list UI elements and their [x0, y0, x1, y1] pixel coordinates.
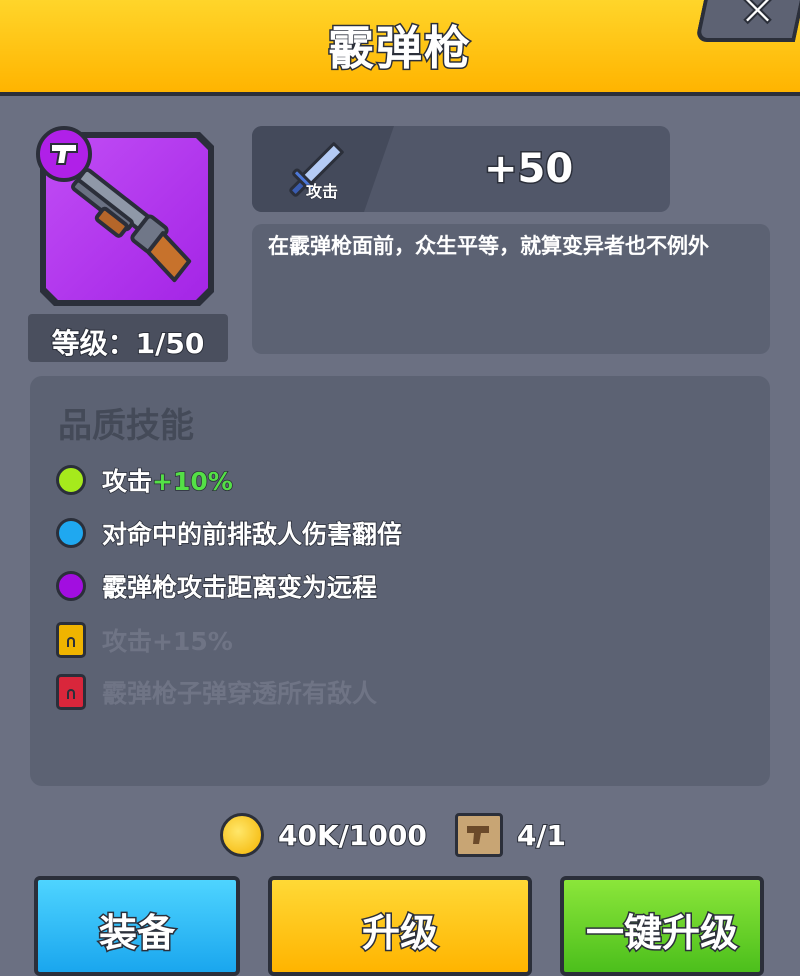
skill-item-locked: 攻击+15%	[56, 620, 233, 660]
one-click-upgrade-button[interactable]: 一键升级	[560, 876, 764, 976]
skill-text: 霰弹枪子弹穿透所有敌人	[102, 679, 378, 708]
upgrade-cost: 40K/1000 4/1	[220, 810, 567, 860]
page-title: 霰弹枪	[327, 20, 472, 77]
quality-skills-panel: 品质技能 攻击+10% 对命中的前排敌人伤害翻倍 霰弹枪攻击距离变为远程 攻击+…	[30, 376, 770, 786]
attack-stat: 攻击 +50	[252, 126, 670, 212]
weapon-type-badge	[36, 126, 92, 182]
weapon-description: 在霰弹枪面前，众生平等，就算变异者也不例外	[252, 224, 770, 354]
pistol-icon	[466, 826, 489, 844]
blueprint-icon	[454, 813, 503, 857]
level-text: 等级：1/50	[51, 326, 206, 361]
upgrade-button[interactable]: 升级	[268, 876, 532, 976]
title-bar: 霰弹枪	[0, 0, 800, 96]
quality-dot-icon	[56, 518, 86, 548]
skill-text: 霰弹枪攻击距离变为远程	[101, 572, 378, 603]
coin-cost: 40K/1000	[277, 818, 428, 853]
equip-button[interactable]: 装备	[34, 876, 240, 976]
stat-value: +50	[482, 145, 574, 194]
equip-button-label: 装备	[97, 910, 176, 957]
quality-dot-icon	[56, 571, 86, 601]
upgrade-button-label: 升级	[360, 910, 439, 957]
stat-label: 攻击	[305, 182, 339, 202]
skill-bonus: +10%	[151, 466, 233, 497]
close-icon[interactable]: ✕	[738, 0, 777, 38]
one-click-upgrade-label: 一键升级	[584, 910, 739, 957]
lock-icon	[56, 622, 86, 658]
level-indicator: 等级：1/50	[28, 314, 228, 362]
skill-item: 对命中的前排敌人伤害翻倍	[56, 513, 403, 553]
skill-item: 霰弹枪攻击距离变为远程	[56, 566, 378, 606]
skills-title: 品质技能	[58, 406, 194, 446]
lock-icon	[56, 674, 86, 710]
skill-text: 攻击	[101, 466, 153, 497]
skill-text: 攻击+15%	[102, 627, 233, 656]
skill-text: 对命中的前排敌人伤害翻倍	[101, 519, 403, 550]
coin-icon	[220, 813, 264, 857]
quality-dot-icon	[56, 465, 86, 495]
skill-item-locked: 霰弹枪子弹穿透所有敌人	[56, 672, 377, 712]
pistol-icon	[50, 143, 78, 165]
skill-item: 攻击+10%	[56, 460, 234, 500]
blueprint-cost: 4/1	[516, 818, 567, 853]
description-text: 在霰弹枪面前，众生平等，就算变异者也不例外	[268, 234, 709, 258]
